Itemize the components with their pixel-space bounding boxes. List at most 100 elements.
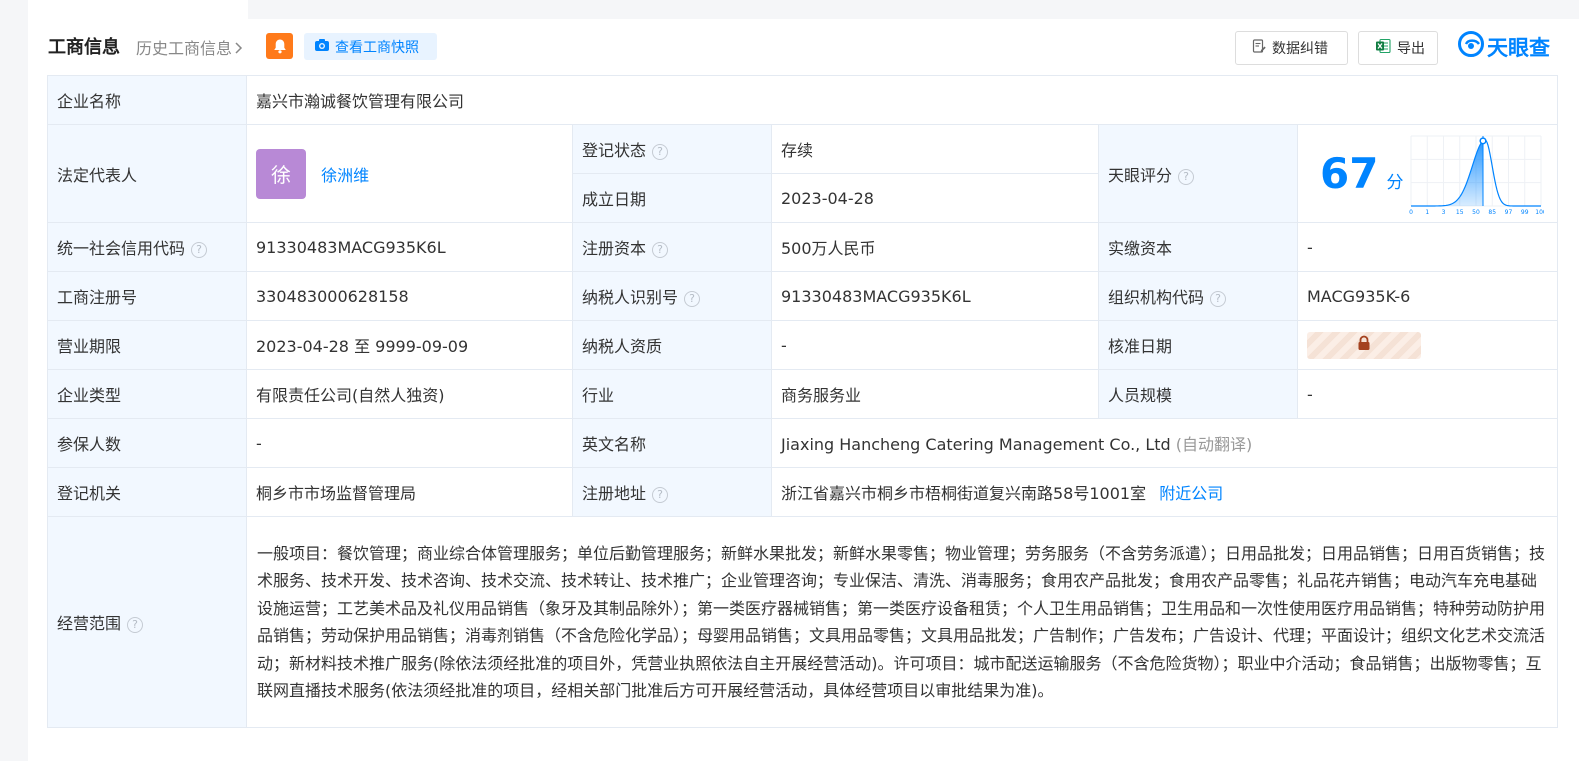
taxpayer-qual-label: 纳税人资质 (572, 320, 772, 370)
view-snapshot-label: 查看工商快照 (335, 39, 419, 56)
help-icon[interactable]: ? (191, 242, 208, 258)
reg-address-label: 注册地址? (572, 467, 772, 517)
export-label: 导出 (1397, 41, 1425, 57)
score-distribution-chart: 0 1 3 15 50 85 97 99 100 (1409, 135, 1544, 216)
company-type-value: 有限责任公司(自然人独资) (246, 369, 573, 419)
reg-address-value: 浙江省嘉兴市桐乡市梧桐街道复兴南路58号1001室 (781, 484, 1147, 503)
legal-rep-cell: 徐 徐洲维 (246, 124, 573, 223)
nearby-companies-link[interactable]: 附近公司 (1159, 484, 1223, 503)
panel-header: 工商信息 历史工商信息 查看工商快照 数据纠错 导出 天眼查 (28, 19, 1579, 75)
reg-address-cell: 浙江省嘉兴市桐乡市梧桐街道复兴南路58号1001室 附近公司 (771, 467, 1558, 517)
score-number: 67 (1320, 149, 1379, 198)
score-tick-label: 50 (1472, 209, 1480, 216)
english-name-value: Jiaxing Hancheng Catering Management Co.… (781, 435, 1171, 454)
score-tick-label: 3 (1442, 209, 1446, 216)
score-tick-label: 97 (1505, 209, 1513, 216)
reg-capital-label: 注册资本? (572, 222, 772, 272)
tianyan-score-cell[interactable]: 67 分 0 1 3 15 50 85 97 99 100 (1297, 124, 1558, 223)
score-tick-label: 1 (1425, 209, 1429, 216)
business-info-table: 企业名称 嘉兴市瀚诚餐饮管理有限公司 法定代表人 徐 徐洲维 登记状态? 存续 … (47, 75, 1558, 728)
business-scope-label: 经营范围? (47, 516, 247, 728)
reg-authority-label: 登记机关 (47, 467, 247, 517)
business-term-value: 2023-04-28 至 9999-09-09 (246, 320, 573, 370)
insured-value: - (246, 418, 573, 468)
taxpayer-qual-value: - (771, 320, 1099, 370)
locked-value-button[interactable] (1307, 331, 1421, 359)
help-icon[interactable]: ? (127, 617, 144, 633)
reg-capital-value: 500万人民币 (771, 222, 1099, 272)
avatar: 徐 (256, 148, 306, 199)
paid-capital-value: - (1297, 222, 1558, 272)
chevron-right-icon (234, 40, 243, 59)
reg-authority-value: 桐乡市市场监督管理局 (246, 467, 573, 517)
reg-number-label: 工商注册号 (47, 271, 247, 321)
document-edit-icon (1252, 38, 1266, 58)
help-icon[interactable]: ? (652, 242, 669, 258)
camera-icon (314, 38, 330, 56)
english-name-label: 英文名称 (572, 418, 772, 468)
credit-code-label: 统一社会信用代码? (47, 222, 247, 272)
score-tick-label: 15 (1456, 209, 1464, 216)
score-unit: 分 (1386, 173, 1404, 193)
bell-icon[interactable] (266, 33, 293, 59)
history-info-link[interactable]: 历史工商信息 (136, 35, 243, 59)
insured-label: 参保人数 (47, 418, 247, 468)
top-strip (0, 0, 1579, 19)
staff-size-label: 人员规模 (1098, 369, 1298, 419)
export-button[interactable]: 导出 (1358, 31, 1438, 65)
auto-translate-note: (自动翻译) (1175, 435, 1253, 454)
table-row: 法定代表人 徐 徐洲维 登记状态? 存续 天眼评分? 67 分 0 1 3 15 50 8… (47, 124, 1558, 223)
company-name-label: 企业名称 (47, 75, 247, 125)
founded-value: 2023-04-28 (771, 173, 1099, 223)
table-row: 营业期限 2023-04-28 至 9999-09-09 纳税人资质 - 核准日… (47, 320, 1558, 370)
table-row: 登记机关 桐乡市市场监督管理局 注册地址? 浙江省嘉兴市桐乡市梧桐街道复兴南路5… (47, 467, 1558, 517)
company-type-label: 企业类型 (47, 369, 247, 419)
org-code-label: 组织机构代码? (1098, 271, 1298, 321)
tianyan-score-label: 天眼评分? (1098, 124, 1298, 223)
taxpayer-id-label: 纳税人识别号? (572, 271, 772, 321)
approval-date-cell (1297, 320, 1558, 370)
table-row: 企业类型 有限责任公司(自然人独资) 行业 商务服务业 人员规模 - (47, 369, 1558, 419)
history-info-label: 历史工商信息 (136, 39, 233, 58)
business-term-label: 营业期限 (47, 320, 247, 370)
approval-date-label: 核准日期 (1098, 320, 1298, 370)
logo-text: 天眼查 (1487, 35, 1550, 60)
business-info-panel: 工商信息 历史工商信息 查看工商快照 数据纠错 导出 天眼查 企业名称 嘉兴市瀚… (28, 19, 1579, 761)
help-icon[interactable]: ? (1210, 291, 1227, 307)
table-row: 统一社会信用代码? 91330483MACG935K6L 注册资本? 500万人… (47, 222, 1558, 272)
industry-value: 商务服务业 (771, 369, 1099, 419)
reg-status-value: 存续 (771, 124, 1099, 174)
founded-label: 成立日期 (572, 173, 772, 223)
table-row: 企业名称 嘉兴市瀚诚餐饮管理有限公司 (47, 75, 1558, 125)
staff-size-value: - (1297, 369, 1558, 419)
legal-rep-link[interactable]: 徐洲维 (321, 166, 369, 185)
credit-code-value: 91330483MACG935K6L (246, 222, 573, 272)
reg-status-label: 登记状态? (572, 124, 772, 174)
page-title: 工商信息 (48, 37, 120, 58)
industry-label: 行业 (572, 369, 772, 419)
help-icon[interactable]: ? (684, 291, 701, 307)
top-tab (28, 0, 248, 19)
view-snapshot-button[interactable]: 查看工商快照 (304, 33, 437, 60)
table-row: 经营范围? 一般项目：餐饮管理；商业综合体管理服务；单位后勤管理服务；新鲜水果批… (47, 516, 1558, 728)
business-scope-value: 一般项目：餐饮管理；商业综合体管理服务；单位后勤管理服务；新鲜水果批发；新鲜水果… (246, 516, 1558, 728)
taxpayer-id-value: 91330483MACG935K6L (771, 271, 1099, 321)
help-icon[interactable]: ? (652, 144, 669, 160)
score-tick-label: 99 (1521, 209, 1529, 216)
data-correction-label: 数据纠错 (1272, 41, 1328, 57)
data-correction-button[interactable]: 数据纠错 (1235, 31, 1348, 65)
english-name-cell: Jiaxing Hancheng Catering Management Co.… (771, 418, 1558, 468)
eye-logo-icon (1458, 31, 1484, 62)
paid-capital-label: 实缴资本 (1098, 222, 1298, 272)
org-code-value: MACG935K-6 (1297, 271, 1558, 321)
score-tick-label: 0 (1409, 209, 1413, 216)
tianyancha-logo: 天眼查 (1458, 31, 1550, 62)
excel-icon (1375, 38, 1391, 58)
score-tick-label: 100 (1535, 209, 1544, 216)
score-marker-point (1479, 136, 1487, 144)
help-icon[interactable]: ? (1178, 168, 1195, 185)
table-row: 工商注册号 330483000628158 纳税人识别号? 91330483MA… (47, 271, 1558, 321)
company-name-value: 嘉兴市瀚诚餐饮管理有限公司 (246, 75, 1558, 125)
help-icon[interactable]: ? (652, 487, 669, 503)
score-tick-label: 85 (1488, 209, 1496, 216)
